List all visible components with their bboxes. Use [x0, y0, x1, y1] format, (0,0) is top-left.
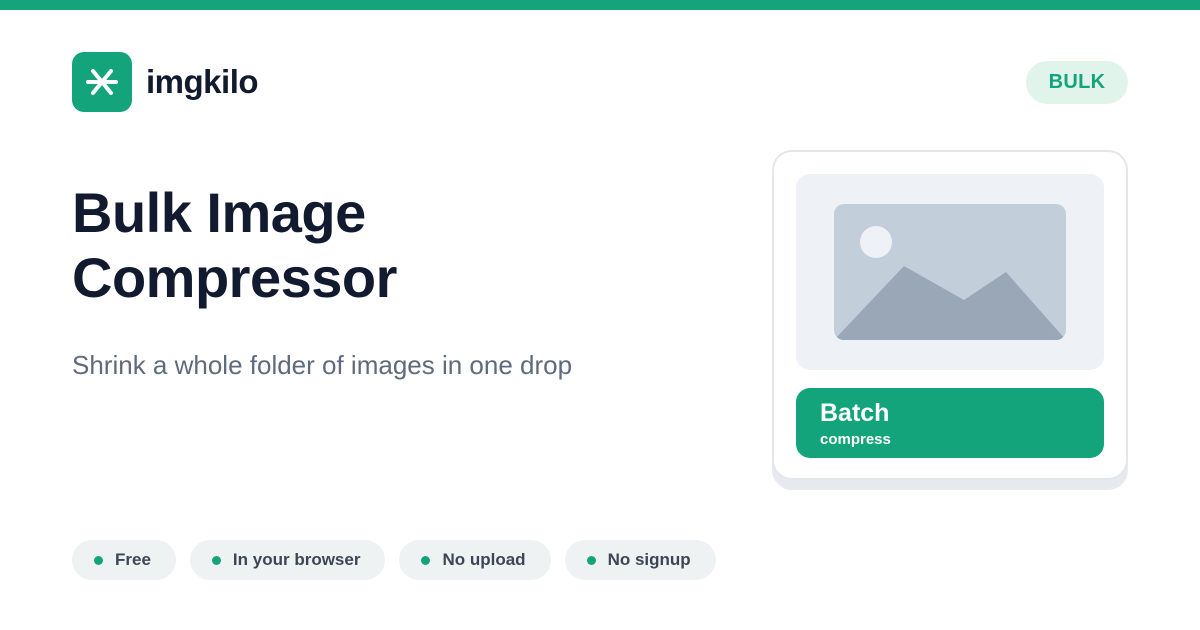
top-accent-bar — [0, 0, 1200, 10]
feature-chip: No upload — [399, 540, 551, 580]
bullet-dot-icon — [94, 555, 103, 565]
bulk-badge: BULK — [1026, 61, 1128, 104]
feature-chips: Free In your browser No upload No signup — [72, 540, 716, 580]
brand-name: imgkilo — [146, 63, 259, 100]
brand: imgkilo — [72, 52, 259, 112]
bullet-dot-icon — [421, 555, 431, 565]
feature-chip: No signup — [564, 540, 716, 580]
feature-chip-label: No signup — [607, 550, 691, 569]
feature-card: Batch compress — [772, 150, 1128, 480]
page-subtitle: Shrink a whole folder of images in one d… — [72, 350, 573, 380]
action-subtitle: compress — [820, 431, 891, 448]
feature-chip-label: No upload — [442, 550, 526, 569]
action-title: Batch — [820, 399, 890, 427]
feature-chip-label: Free — [115, 550, 151, 569]
image-preview — [796, 174, 1104, 370]
feature-chip: Free — [72, 540, 176, 580]
page-title: Bulk Image Compressor — [72, 181, 397, 309]
batch-compress-button[interactable]: Batch compress — [796, 388, 1104, 458]
asterisk-icon — [72, 52, 132, 112]
feature-chip: In your browser — [189, 540, 386, 580]
image-placeholder-icon — [834, 204, 1066, 340]
feature-chip-label: In your browser — [232, 550, 361, 569]
bullet-dot-icon — [211, 555, 221, 565]
bullet-dot-icon — [586, 555, 596, 565]
